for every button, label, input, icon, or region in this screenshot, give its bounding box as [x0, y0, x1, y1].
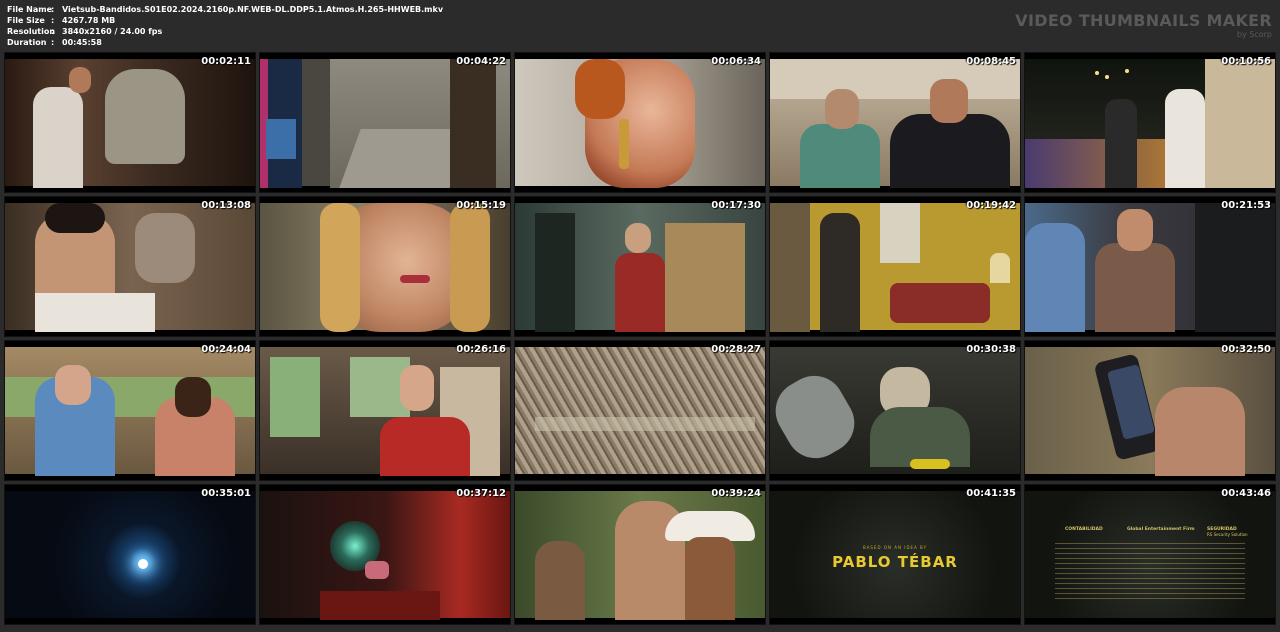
- info-row-file-size: File Size:4267.78 MB: [7, 15, 443, 26]
- credit-lines: [1055, 543, 1245, 603]
- thumbnail-image: [1025, 203, 1275, 332]
- credit-heading: CONTABILIDAD: [1065, 527, 1103, 532]
- thumbnail[interactable]: 00:08:45: [769, 52, 1021, 193]
- thumbnail[interactable]: 00:10:56: [1024, 52, 1276, 193]
- thumbnail-image: BASED ON AN IDEA BY PABLO TÉBAR: [770, 491, 1020, 618]
- brand-watermark: VIDEO THUMBNAILS MAKER by Scorp: [1015, 11, 1272, 40]
- info-row-resolution: Resolution:3840x2160 / 24.00 fps: [7, 26, 443, 37]
- thumbnail[interactable]: 00:26:16: [259, 340, 511, 481]
- thumbnail[interactable]: 00:17:30: [514, 196, 766, 337]
- thumbnail-image: CONTABILIDAD Global Entertainment Firm S…: [1025, 491, 1275, 618]
- thumbnail[interactable]: BASED ON AN IDEA BY PABLO TÉBAR 00:41:35: [769, 484, 1021, 625]
- timestamp: 00:24:04: [201, 344, 251, 355]
- credit-based-on: BASED ON AN IDEA BY: [862, 545, 928, 550]
- credit-name: PABLO TÉBAR: [832, 553, 958, 571]
- info-value: 00:45:58: [62, 38, 102, 47]
- thumbnail-grid: 00:02:11 00:04:22 00:06:34 00:08:45 00:1…: [4, 52, 1278, 628]
- thumbnail-image: [770, 59, 1020, 188]
- info-sep: :: [51, 16, 55, 25]
- thumbnail[interactable]: 00:30:38: [769, 340, 1021, 481]
- info-key: File Name: [7, 5, 53, 14]
- timestamp: 00:43:46: [1221, 488, 1271, 499]
- thumbnail[interactable]: 00:15:19: [259, 196, 511, 337]
- thumbnail[interactable]: 00:24:04: [4, 340, 256, 481]
- info-value: Vietsub-Bandidos.S01E02.2024.2160p.NF.WE…: [62, 5, 444, 14]
- timestamp: 00:26:16: [456, 344, 506, 355]
- timestamp: 00:21:53: [1221, 200, 1271, 211]
- info-sep: :: [51, 27, 55, 36]
- thumbnail[interactable]: 00:28:27: [514, 340, 766, 481]
- thumbnail[interactable]: 00:02:11: [4, 52, 256, 193]
- thumbnail[interactable]: 00:13:08: [4, 196, 256, 337]
- timestamp: 00:08:45: [966, 56, 1016, 67]
- info-value: 3840x2160 / 24.00 fps: [62, 27, 163, 36]
- info-key: Resolution: [7, 27, 56, 36]
- thumbnail[interactable]: 00:39:24: [514, 484, 766, 625]
- thumbnail-image: [1025, 347, 1275, 476]
- thumbnail[interactable]: 00:35:01: [4, 484, 256, 625]
- credit-column-2: Global Entertainment Firm: [1127, 527, 1195, 532]
- brand-title: VIDEO THUMBNAILS MAKER: [1015, 11, 1272, 30]
- thumbnail-image: [1025, 59, 1275, 188]
- thumbnail[interactable]: 00:04:22: [259, 52, 511, 193]
- thumbnail[interactable]: 00:06:34: [514, 52, 766, 193]
- credit-column-3: SEGURIDAD RS Security Solution: [1207, 527, 1248, 537]
- thumbnail-image: [260, 59, 510, 188]
- info-key: Duration: [7, 38, 47, 47]
- info-key: File Size: [7, 16, 45, 25]
- thumbnail-image: [515, 491, 765, 620]
- info-row-file-name: File Name: Vietsub-Bandidos.S01E02.2024.2…: [7, 4, 443, 15]
- brand-subtitle: by Scorp: [1236, 30, 1272, 39]
- info-value: 4267.78 MB: [62, 16, 116, 25]
- credit-heading: Global Entertainment Firm: [1127, 527, 1195, 532]
- timestamp: 00:13:08: [201, 200, 251, 211]
- credit-column-1: CONTABILIDAD: [1065, 527, 1103, 532]
- thumbnail-image: [5, 59, 255, 188]
- thumbnail[interactable]: 00:21:53: [1024, 196, 1276, 337]
- thumbnail-image: [260, 491, 510, 620]
- thumbnail[interactable]: 00:19:42: [769, 196, 1021, 337]
- info-sep: :: [51, 5, 55, 14]
- timestamp: 00:06:34: [711, 56, 761, 67]
- timestamp: 00:35:01: [201, 488, 251, 499]
- timestamp: 00:37:12: [456, 488, 506, 499]
- thumbnail[interactable]: 00:37:12: [259, 484, 511, 625]
- credit-subheading: RS Security Solution: [1207, 532, 1248, 537]
- file-info: File Name: Vietsub-Bandidos.S01E02.2024.2…: [7, 4, 443, 48]
- timestamp: 00:39:24: [711, 488, 761, 499]
- info-sep: :: [51, 38, 55, 47]
- thumbnail-image: [770, 347, 1020, 474]
- thumbnail-image: [5, 491, 255, 618]
- thumbnail-image: [515, 347, 765, 474]
- thumbnail-image: [5, 203, 255, 332]
- timestamp: 00:41:35: [966, 488, 1016, 499]
- info-row-duration: Duration:00:45:58: [7, 37, 443, 48]
- thumbnail-image: [515, 203, 765, 332]
- timestamp: 00:17:30: [711, 200, 761, 211]
- thumbnail-image: [260, 347, 510, 476]
- thumbnail[interactable]: CONTABILIDAD Global Entertainment Firm S…: [1024, 484, 1276, 625]
- timestamp: 00:04:22: [456, 56, 506, 67]
- timestamp: 00:32:50: [1221, 344, 1271, 355]
- timestamp: 00:28:27: [711, 344, 761, 355]
- thumbnail-image: [515, 59, 765, 188]
- thumbnail-image: [260, 203, 510, 332]
- timestamp: 00:19:42: [966, 200, 1016, 211]
- timestamp: 00:15:19: [456, 200, 506, 211]
- timestamp: 00:02:11: [201, 56, 251, 67]
- thumbnail-image: [5, 347, 255, 476]
- timestamp: 00:30:38: [966, 344, 1016, 355]
- thumbnail[interactable]: 00:32:50: [1024, 340, 1276, 481]
- timestamp: 00:10:56: [1221, 56, 1271, 67]
- thumbnail-image: [770, 203, 1020, 332]
